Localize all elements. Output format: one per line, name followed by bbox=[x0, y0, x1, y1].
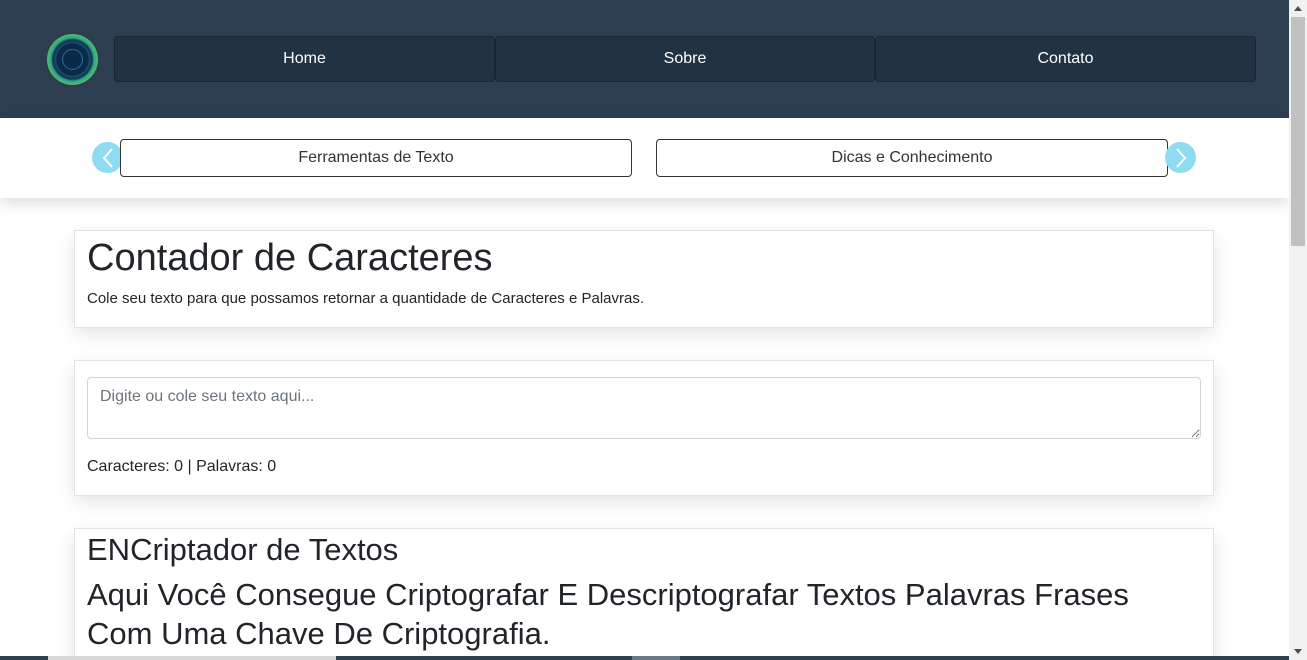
vertical-scrollbar[interactable] bbox=[1289, 0, 1307, 660]
site-logo[interactable] bbox=[47, 34, 98, 85]
scroll-down-icon[interactable] bbox=[1289, 643, 1307, 660]
counter-intro-card: Contador de Caracteres Cole seu texto pa… bbox=[74, 230, 1214, 328]
carousel-next-button[interactable] bbox=[1165, 142, 1196, 173]
bottom-strip bbox=[0, 656, 1289, 660]
page-description: Cole seu texto para que possamos retorna… bbox=[87, 290, 644, 307]
scrollbar-thumb[interactable] bbox=[1291, 17, 1305, 246]
top-header: Home Sobre Contato bbox=[0, 0, 1289, 118]
encrypt-title: ENCriptador de Textos bbox=[87, 532, 399, 567]
category-dicas-button[interactable]: Dicas e Conhecimento bbox=[656, 139, 1168, 177]
encrypt-card: ENCriptador de Textos Aqui Você Consegue… bbox=[74, 528, 1214, 660]
chevron-right-icon bbox=[1175, 147, 1186, 168]
page: Home Sobre Contato Ferramentas de Texto … bbox=[0, 0, 1289, 660]
bottom-strip-segment bbox=[48, 656, 336, 660]
nav-sobre-button[interactable]: Sobre bbox=[495, 36, 875, 82]
nav-contato-button[interactable]: Contato bbox=[875, 36, 1256, 82]
page-title: Contador de Caracteres bbox=[87, 237, 493, 279]
encrypt-subtitle: Aqui Você Consegue Criptografar E Descri… bbox=[87, 577, 1129, 651]
counter-tool-card: Caracteres: 0 | Palavras: 0 bbox=[74, 360, 1214, 496]
category-ferramentas-button[interactable]: Ferramentas de Texto bbox=[120, 139, 632, 177]
text-input[interactable] bbox=[87, 377, 1201, 439]
count-result: Caracteres: 0 | Palavras: 0 bbox=[87, 458, 277, 475]
nav-home-button[interactable]: Home bbox=[114, 36, 495, 82]
logo-emblem bbox=[62, 49, 83, 70]
scroll-up-icon[interactable] bbox=[1289, 0, 1307, 17]
chevron-left-icon bbox=[102, 147, 113, 168]
carousel-prev-button[interactable] bbox=[92, 142, 123, 173]
bottom-strip-segment bbox=[632, 656, 680, 660]
